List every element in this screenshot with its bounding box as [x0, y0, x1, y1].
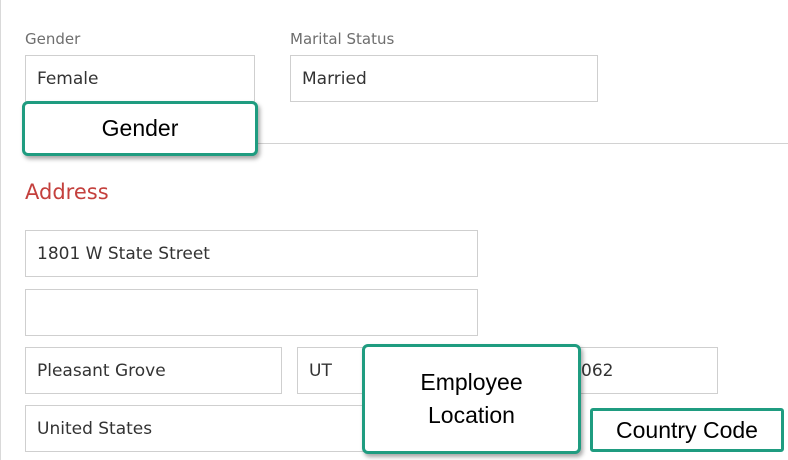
section-divider [256, 143, 788, 144]
form-left-border [0, 0, 1, 460]
gender-callout: Gender [22, 101, 258, 156]
gender-callout-text: Gender [101, 115, 179, 141]
country-field[interactable]: United States [25, 405, 405, 452]
employee-location-callout-line1: Employee [420, 369, 523, 395]
employee-location-callout-line2: Location [428, 402, 515, 428]
country-code-callout: Country Code [590, 408, 784, 452]
address-section-title: Address [25, 180, 109, 204]
gender-label: Gender [25, 30, 81, 48]
marital-status-field[interactable]: Married [290, 55, 598, 102]
state-field[interactable]: UT [297, 347, 372, 394]
gender-field[interactable]: Female [25, 55, 255, 102]
employee-location-callout: Employee Location [362, 344, 581, 454]
marital-status-label: Marital Status [290, 30, 395, 48]
city-field[interactable]: Pleasant Grove [25, 347, 282, 394]
address-line1-field[interactable]: 1801 W State Street [25, 230, 478, 277]
address-line2-field[interactable] [25, 289, 478, 336]
country-code-callout-text: Country Code [616, 416, 758, 443]
